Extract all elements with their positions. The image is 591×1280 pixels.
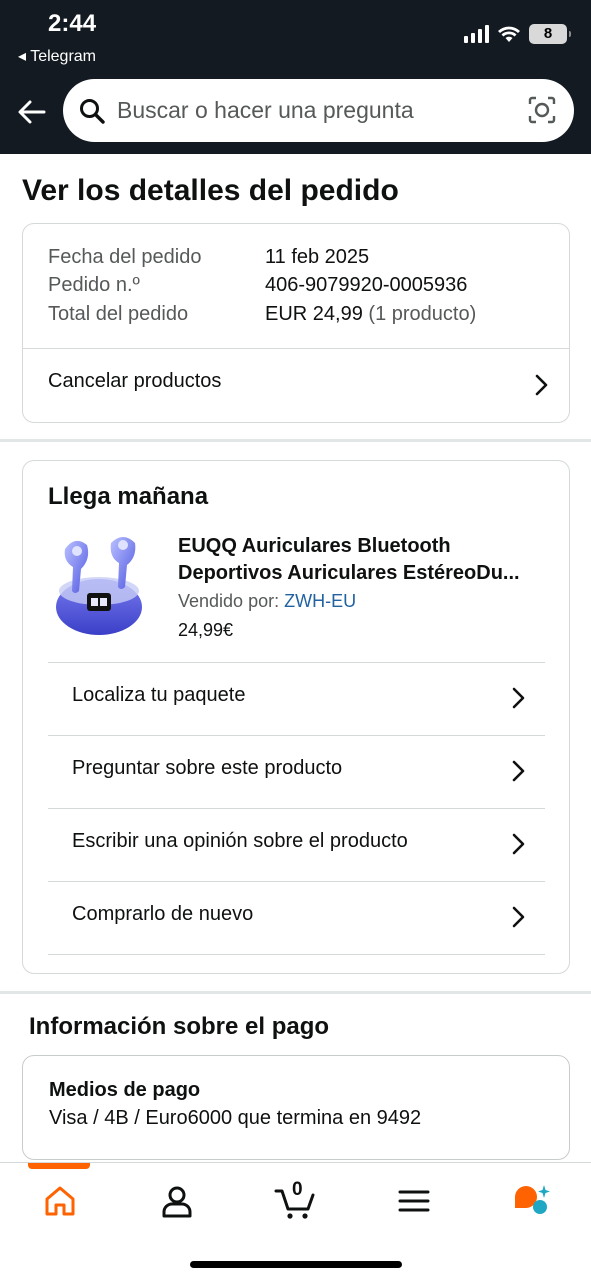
- product-title-line1: EUQQ Auriculares Bluetooth: [178, 535, 451, 557]
- status-time: 2:44: [48, 10, 97, 37]
- home-indicator: [190, 1261, 402, 1268]
- divider: [48, 954, 545, 955]
- payment-method-title: Medios de pago: [49, 1079, 201, 1101]
- product-title-link[interactable]: EUQQ Auriculares Bluetooth Deportivos Au…: [178, 533, 548, 587]
- back-arrow-icon[interactable]: [16, 96, 48, 128]
- order-total-label: Total del pedido: [48, 303, 189, 325]
- payment-section-title: Información sobre el pago: [29, 1013, 330, 1040]
- order-total-value: EUR 24,99 (1 producto): [265, 303, 476, 326]
- seller-link[interactable]: ZWH-EU: [284, 591, 356, 611]
- chevron-right-icon: [512, 687, 525, 709]
- cellular-signal-icon: [464, 25, 489, 43]
- cancel-products-label: Cancelar productos: [48, 370, 222, 392]
- rufus-assistant-icon[interactable]: [512, 1181, 552, 1221]
- action-row-track-package[interactable]: Localiza tu paquete: [48, 663, 545, 735]
- order-date-value: 11 feb 2025: [265, 246, 370, 268]
- action-row-write-review[interactable]: Escribir una opinión sobre el producto: [48, 809, 545, 881]
- battery-icon: 8: [529, 24, 571, 44]
- search-input[interactable]: [117, 97, 517, 124]
- chevron-right-icon: [512, 760, 525, 782]
- order-number-value: 406-9079920-0005936: [265, 274, 468, 296]
- order-date-label: Fecha del pedido: [48, 246, 202, 268]
- action-row-buy-again[interactable]: Comprarlo de nuevo: [48, 882, 545, 954]
- home-icon[interactable]: [40, 1181, 80, 1221]
- order-total-count: (1 producto): [368, 303, 477, 325]
- account-icon[interactable]: [157, 1181, 197, 1221]
- section-divider: [0, 439, 591, 442]
- payment-method-value: Visa / 4B / Euro6000 que termina en 9492: [49, 1107, 422, 1129]
- bottom-navigation: 0: [0, 1162, 591, 1280]
- action-row-label: Escribir una opinión sobre el producto: [72, 830, 408, 852]
- chevron-right-icon: [535, 374, 548, 396]
- order-summary-card: Fecha del pedido 11 feb 2025 Pedido n.º …: [22, 223, 570, 423]
- active-tab-indicator: [28, 1163, 90, 1169]
- action-row-ask-product[interactable]: Preguntar sobre este producto: [48, 736, 545, 808]
- payment-method-card: Medios de pago Visa / 4B / Euro6000 que …: [22, 1055, 570, 1160]
- product-title-line2: Deportivos Auriculares EstéreoDu...: [178, 562, 520, 584]
- wifi-icon: [498, 26, 520, 42]
- order-number-label: Pedido n.º: [48, 274, 140, 296]
- seller-info: Vendido por: ZWH-EU: [178, 591, 356, 612]
- cart-count-badge: 0: [292, 1179, 303, 1200]
- menu-icon[interactable]: [394, 1181, 434, 1221]
- action-row-label: Comprarlo de nuevo: [72, 903, 254, 925]
- back-to-app-link[interactable]: ◂ Telegram: [18, 46, 96, 66]
- seller-label: Vendido por:: [178, 591, 280, 611]
- app-header: 2:44 ◂ Telegram 8: [0, 0, 591, 154]
- section-divider: [0, 991, 591, 994]
- product-price: 24,99€: [178, 620, 234, 640]
- page-title: Ver los detalles del pedido: [22, 174, 399, 207]
- chevron-right-icon: [512, 906, 525, 928]
- status-icons: 8: [464, 24, 571, 44]
- search-icon: [80, 98, 105, 124]
- chevron-right-icon: [512, 833, 525, 855]
- product-image[interactable]: [53, 529, 145, 637]
- order-total-amount: EUR 24,99: [265, 303, 363, 325]
- action-row-label: Localiza tu paquete: [72, 684, 246, 706]
- search-bar[interactable]: [63, 79, 574, 142]
- shipment-card: Llega mañana EUQQ Auriculares Bluetooth …: [22, 460, 570, 974]
- cancel-products-row[interactable]: Cancelar productos: [23, 349, 569, 422]
- camera-lens-icon[interactable]: [528, 96, 556, 124]
- delivery-status-title: Llega mañana: [48, 483, 209, 510]
- action-row-label: Preguntar sobre este producto: [72, 757, 343, 779]
